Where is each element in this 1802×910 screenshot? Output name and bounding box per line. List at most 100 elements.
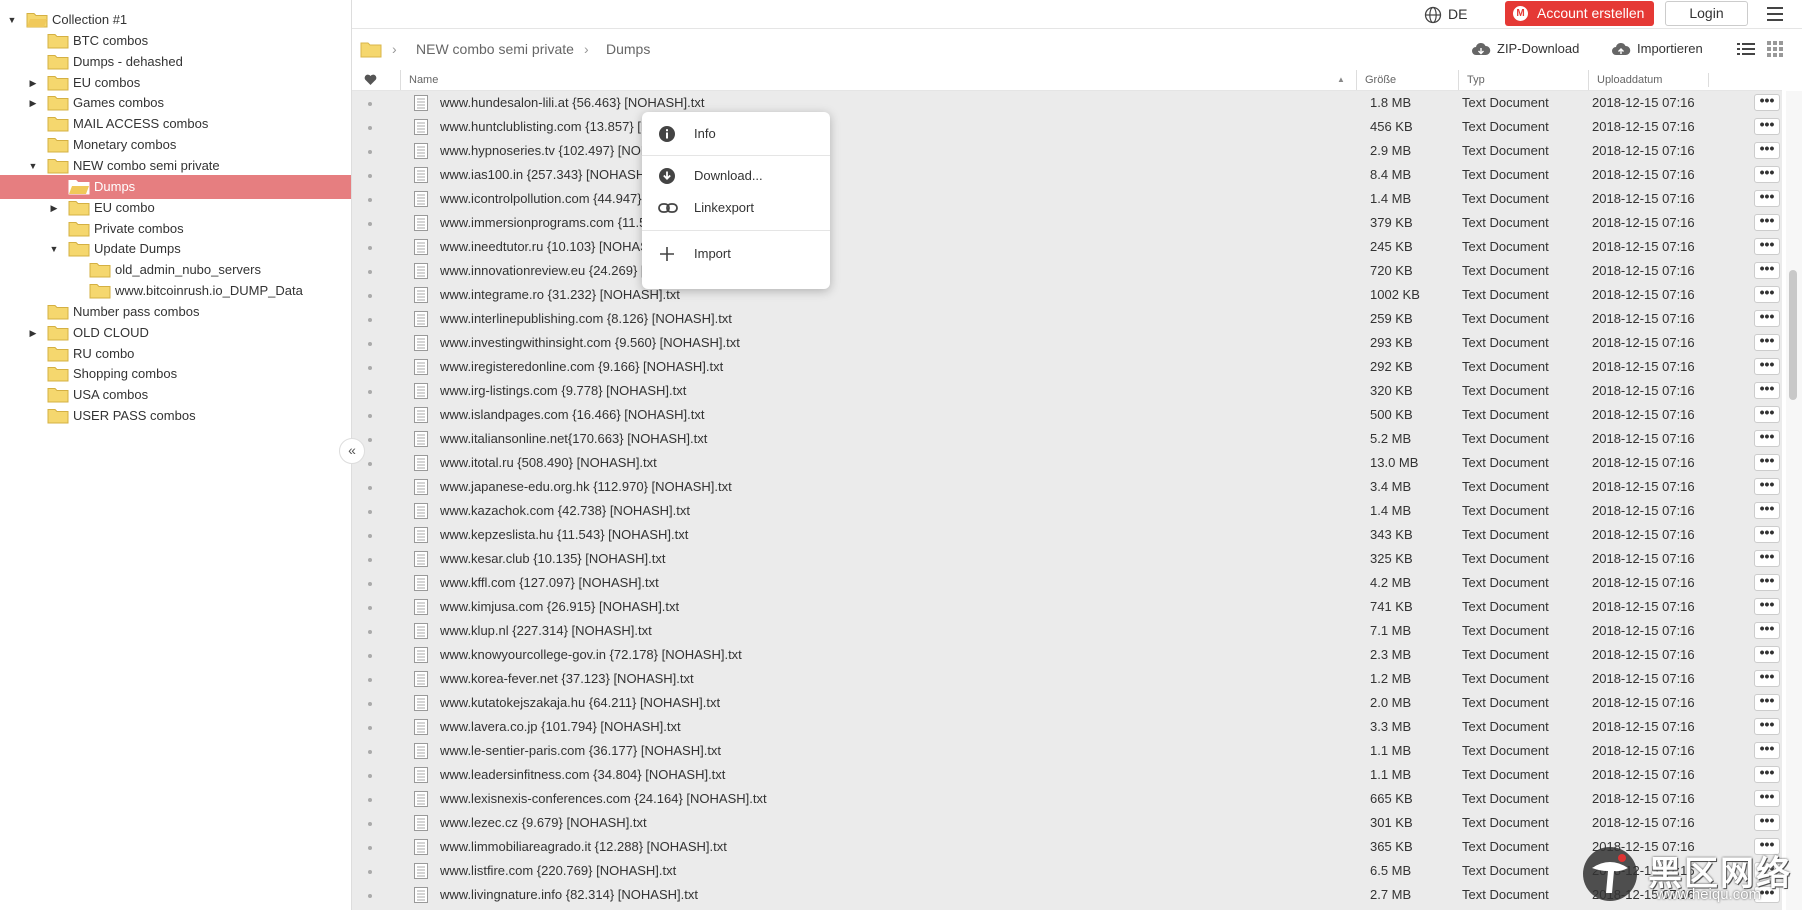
favorite-dot-icon[interactable] (368, 294, 372, 298)
favorite-dot-icon[interactable] (368, 318, 372, 322)
scrollbar-thumb[interactable] (1789, 270, 1797, 400)
table-row[interactable]: www.lezec.cz {9.679} [NOHASH].txt 301 KB T… (352, 811, 1782, 835)
more-options-button[interactable]: ••• (1754, 597, 1780, 615)
table-row[interactable]: www.itotal.ru {508.490} [NOHASH].txt 13.0… (352, 451, 1782, 475)
file-name[interactable]: www.leadersinfitness.com {34.804} [NOHAS… (440, 763, 725, 787)
favorite-dot-icon[interactable] (368, 198, 372, 202)
favorite-dot-icon[interactable] (368, 870, 372, 874)
context-menu-import[interactable]: Import (642, 238, 830, 270)
more-options-button[interactable]: ••• (1754, 333, 1780, 351)
favorite-dot-icon[interactable] (368, 462, 372, 466)
favorite-dot-icon[interactable] (368, 630, 372, 634)
file-name[interactable]: www.islandpages.com {16.466} [NOHASH].tx… (440, 403, 704, 427)
favorite-dot-icon[interactable] (368, 102, 372, 106)
table-row[interactable]: www.le-sentier-paris.com {36.177} [NOHAS… (352, 739, 1782, 763)
favorite-dot-icon[interactable] (368, 126, 372, 130)
more-options-button[interactable]: ••• (1754, 765, 1780, 783)
table-row[interactable]: www.italiansonline.net{170.663} [NOHASH]… (352, 427, 1782, 451)
file-name[interactable]: www.interlinepublishing.com {8.126} [NOH… (440, 307, 732, 331)
more-options-button[interactable]: ••• (1754, 813, 1780, 831)
table-row[interactable]: www.interlinepublishing.com {8.126} [NOH… (352, 307, 1782, 331)
hamburger-menu-icon[interactable] (1765, 4, 1785, 24)
file-name[interactable]: www.listfire.com {220.769} [NOHASH].txt (440, 859, 676, 883)
table-row[interactable]: www.innovationreview.eu {24.269} [NOHASH… (352, 259, 1782, 283)
table-row[interactable]: www.kimjusa.com {26.915} [NOHASH].txt 741… (352, 595, 1782, 619)
more-options-button[interactable]: ••• (1754, 573, 1780, 591)
more-options-button[interactable]: ••• (1754, 93, 1780, 111)
more-options-button[interactable]: ••• (1754, 189, 1780, 207)
favorite-dot-icon[interactable] (368, 390, 372, 394)
grid-view-icon[interactable] (1767, 41, 1783, 57)
context-menu-linkexport[interactable]: Linkexport (642, 192, 830, 224)
file-name[interactable]: www.kffl.com {127.097} [NOHASH].txt (440, 571, 659, 595)
table-row[interactable]: www.knowyourcollege-gov.in {72.178} [NOH… (352, 643, 1782, 667)
file-name[interactable]: www.kepzeslista.hu {11.543} [NOHASH].txt (440, 523, 688, 547)
list-view-icon[interactable] (1737, 41, 1755, 57)
more-options-button[interactable]: ••• (1754, 525, 1780, 543)
table-row[interactable]: www.irg-listings.com {9.778} [NOHASH].tx… (352, 379, 1782, 403)
folder-icon[interactable] (360, 41, 382, 58)
file-name[interactable]: www.kazachok.com {42.738} [NOHASH].txt (440, 499, 690, 523)
file-name[interactable]: www.kimjusa.com {26.915} [NOHASH].txt (440, 595, 679, 619)
more-options-button[interactable]: ••• (1754, 117, 1780, 135)
table-row[interactable]: www.kffl.com {127.097} [NOHASH].txt 4.2 M… (352, 571, 1782, 595)
more-options-button[interactable]: ••• (1754, 549, 1780, 567)
favorite-dot-icon[interactable] (368, 510, 372, 514)
more-options-button[interactable]: ••• (1754, 429, 1780, 447)
favorite-dot-icon[interactable] (368, 750, 372, 754)
file-name[interactable]: www.limmobiliareagrado.it {12.288} [NOHA… (440, 835, 727, 859)
table-row[interactable]: www.korea-fever.net {37.123} [NOHASH].tx… (352, 667, 1782, 691)
more-options-button[interactable]: ••• (1754, 741, 1780, 759)
more-options-button[interactable]: ••• (1754, 381, 1780, 399)
favorite-dot-icon[interactable] (368, 582, 372, 586)
table-row[interactable]: www.kazachok.com {42.738} [NOHASH].txt 1.… (352, 499, 1782, 523)
table-row[interactable]: www.listfire.com {220.769} [NOHASH].txt 6… (352, 859, 1782, 883)
file-name[interactable]: www.kutatokejszakaja.hu {64.211} [NOHASH… (440, 691, 720, 715)
file-name[interactable]: www.le-sentier-paris.com {36.177} [NOHAS… (440, 739, 721, 763)
favorite-dot-icon[interactable] (368, 774, 372, 778)
more-options-button[interactable]: ••• (1754, 477, 1780, 495)
favorite-dot-icon[interactable] (368, 846, 372, 850)
favorite-dot-icon[interactable] (368, 678, 372, 682)
table-row[interactable]: www.lavera.co.jp {101.794} [NOHASH].txt 3… (352, 715, 1782, 739)
breadcrumb-item-parent[interactable]: NEW combo semi private (416, 28, 574, 70)
more-options-button[interactable]: ••• (1754, 165, 1780, 183)
favorite-dot-icon[interactable] (368, 822, 372, 826)
more-options-button[interactable]: ••• (1754, 669, 1780, 687)
table-row[interactable]: www.ineedtutor.ru {10.103} [NOHASH].txt 2… (352, 235, 1782, 259)
more-options-button[interactable]: ••• (1754, 213, 1780, 231)
more-options-button[interactable]: ••• (1754, 261, 1780, 279)
file-name[interactable]: www.knowyourcollege-gov.in {72.178} [NOH… (440, 643, 742, 667)
language-selector[interactable]: DE (1424, 3, 1467, 25)
file-name[interactable]: www.italiansonline.net{170.663} [NOHASH]… (440, 427, 707, 451)
sort-ascending-icon[interactable]: ▲ (1337, 70, 1345, 90)
zip-download-button[interactable]: ZIP-Download (1471, 28, 1579, 70)
column-header-size[interactable]: Größe (1356, 70, 1396, 90)
table-row[interactable]: www.limmobiliareagrado.it {12.288} [NOHA… (352, 835, 1782, 859)
file-name[interactable]: www.ias100.in {257.343} [NOHASH].txt (440, 163, 666, 187)
tree-item[interactable]: USER PASS combos (0, 404, 351, 428)
favorite-dot-icon[interactable] (368, 150, 372, 154)
more-options-button[interactable]: ••• (1754, 357, 1780, 375)
favorite-dot-icon[interactable] (368, 702, 372, 706)
column-header-type[interactable]: Typ (1458, 70, 1485, 90)
table-row[interactable]: www.ias100.in {257.343} [NOHASH].txt 8.4 … (352, 163, 1782, 187)
more-options-button[interactable]: ••• (1754, 453, 1780, 471)
favorite-dot-icon[interactable] (368, 894, 372, 898)
table-row[interactable]: www.lexisnexis-conferences.com {24.164} … (352, 787, 1782, 811)
favorite-dot-icon[interactable] (368, 222, 372, 226)
favorite-dot-icon[interactable] (368, 486, 372, 490)
table-row[interactable]: www.livingnature.info {82.314} [NOHASH].… (352, 883, 1782, 907)
favorite-dot-icon[interactable] (368, 342, 372, 346)
more-options-button[interactable]: ••• (1754, 405, 1780, 423)
more-options-button[interactable]: ••• (1754, 237, 1780, 255)
table-row[interactable]: www.japanese-edu.org.hk {112.970} [NOHAS… (352, 475, 1782, 499)
column-header-name[interactable]: Name (400, 70, 438, 90)
scrollbar-track[interactable] (1786, 91, 1802, 910)
create-account-button[interactable]: M Account erstellen (1505, 1, 1654, 26)
table-row[interactable]: www.integrame.ro {31.232} [NOHASH].txt 10… (352, 283, 1782, 307)
table-row[interactable]: www.kutatokejszakaja.hu {64.211} [NOHASH… (352, 691, 1782, 715)
file-name[interactable]: www.lexisnexis-conferences.com {24.164} … (440, 787, 767, 811)
favorite-dot-icon[interactable] (368, 366, 372, 370)
favorite-dot-icon[interactable] (368, 414, 372, 418)
